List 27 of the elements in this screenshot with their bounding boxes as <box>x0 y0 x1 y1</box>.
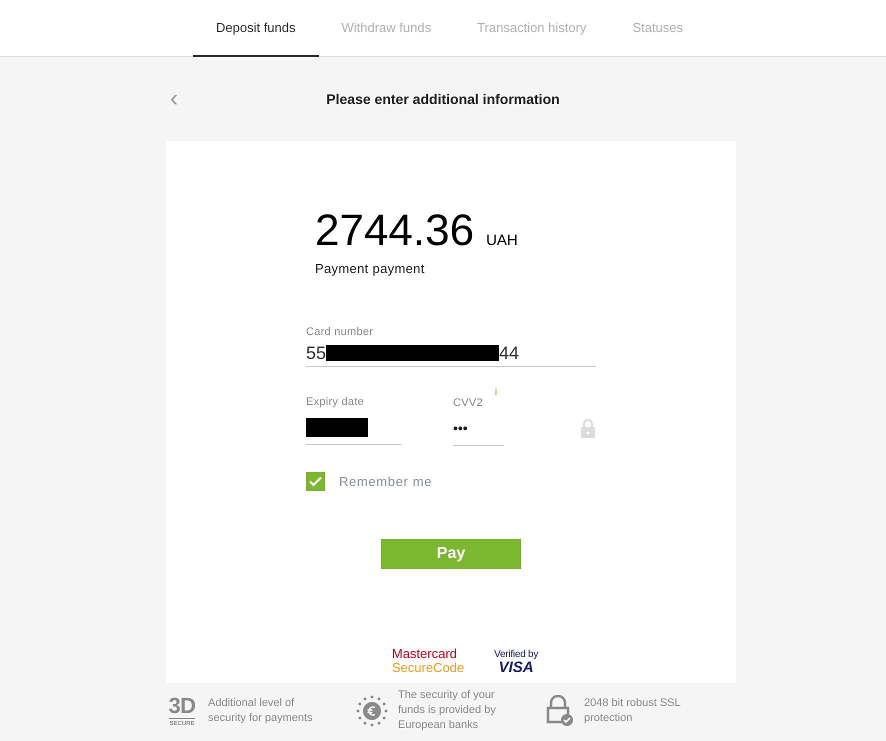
mastercard-securecode-logo: Mastercard SecureCode <box>392 647 464 675</box>
payment-description: Payment payment <box>314 260 426 278</box>
currency: UAH <box>486 231 518 251</box>
page-title: Please enter additional information <box>326 90 560 108</box>
remember-me-label: Remember me <box>339 472 432 490</box>
security-note: 2048 bit robust SSL protection <box>584 696 682 726</box>
cvv2-field[interactable]: ••• <box>453 412 504 446</box>
check-icon <box>309 476 322 487</box>
verified-by-visa-logo: Verified by VISA <box>494 648 538 674</box>
security-note: The security of your funds is provided by European banks <box>398 688 497 733</box>
tab[interactable]: Deposit funds <box>193 0 318 57</box>
payment-amount: 2744.36 <box>315 209 474 253</box>
checkbox[interactable] <box>306 472 325 491</box>
info-icon[interactable]: i <box>494 388 498 398</box>
euro-stars-icon <box>356 694 388 726</box>
tab[interactable]: Statuses <box>609 0 706 57</box>
security-note: Additional level of security for payments <box>208 696 314 726</box>
card-number-field[interactable]: 55 44 <box>306 340 596 367</box>
lock-check-icon <box>546 694 574 726</box>
field-label: Card number <box>306 324 374 340</box>
tab[interactable]: Transaction history <box>454 0 610 57</box>
lock-icon <box>580 418 596 438</box>
pay-button[interactable]: Pay <box>381 539 521 569</box>
back-button[interactable]: ‹ <box>170 87 178 111</box>
field-label: CVV2 <box>453 396 483 411</box>
tab[interactable]: Withdraw funds <box>318 0 454 57</box>
field-label: Expiry date <box>306 395 366 410</box>
